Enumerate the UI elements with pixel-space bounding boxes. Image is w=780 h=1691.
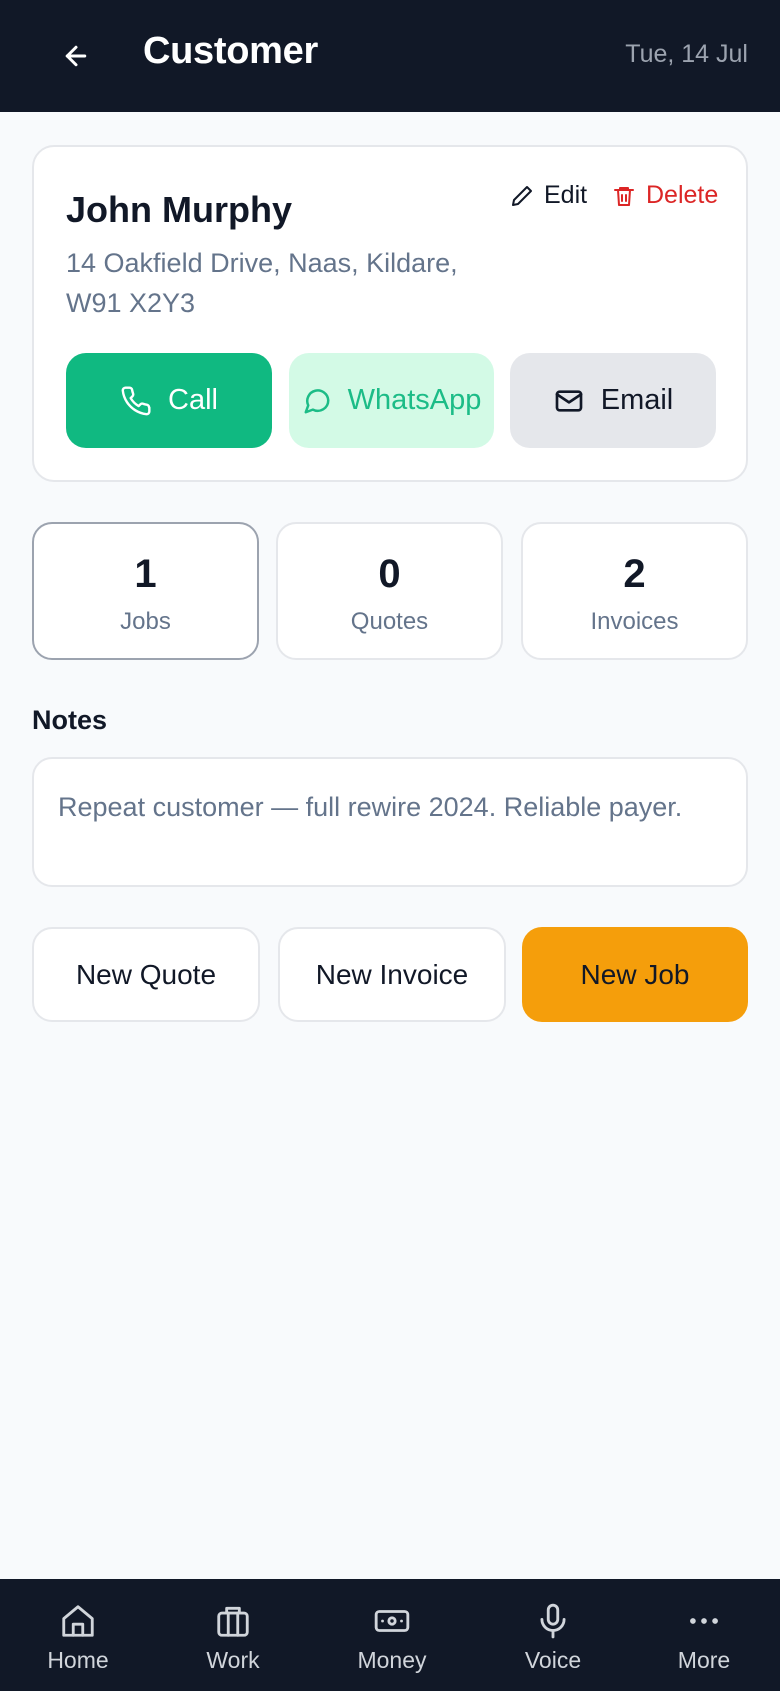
- new-invoice-button[interactable]: New Invoice: [278, 927, 506, 1022]
- header-date: Tue, 14 Jul: [625, 40, 748, 68]
- trash-icon: [614, 186, 634, 206]
- stat-quotes[interactable]: 0 Quotes: [276, 522, 503, 660]
- mail-icon: [555, 389, 583, 412]
- top-app-bar: Customer Tue, 14 Jul: [0, 0, 780, 112]
- call-button[interactable]: Call: [66, 353, 272, 448]
- stat-jobs-label: Jobs: [120, 608, 171, 635]
- new-job-button[interactable]: New Job: [522, 927, 748, 1022]
- email-label: Email: [600, 384, 674, 416]
- nav-more-label: More: [677, 1647, 731, 1673]
- stat-invoices-label: Invoices: [590, 608, 679, 635]
- stat-jobs[interactable]: 1 Jobs: [32, 522, 259, 660]
- stat-quotes-value: 0: [378, 552, 401, 596]
- edit-button[interactable]: Edit: [510, 181, 587, 210]
- home-icon: [62, 1605, 94, 1637]
- delete-label: Delete: [646, 181, 719, 209]
- call-label: Call: [168, 384, 218, 416]
- delete-button[interactable]: Delete: [612, 181, 718, 210]
- stat-invoices[interactable]: 2 Invoices: [521, 522, 748, 660]
- customer-address: 14 Oakfield Drive, Naas, Kildare, W91 X2…: [66, 243, 526, 323]
- microphone-icon: [540, 1603, 566, 1639]
- stat-quotes-label: Quotes: [350, 608, 429, 635]
- more-icon: [690, 1618, 718, 1624]
- new-quote-button[interactable]: New Quote: [32, 927, 260, 1022]
- bottom-navigation: Home Work Money Voice More: [0, 1579, 780, 1691]
- nav-more[interactable]: More: [644, 1579, 764, 1691]
- back-button[interactable]: [54, 34, 98, 78]
- nav-work[interactable]: Work: [173, 1579, 293, 1691]
- edit-label: Edit: [544, 181, 588, 209]
- address-line-1: 14 Oakfield Drive, Naas, Kildare,: [66, 248, 458, 278]
- arrow-left-icon: [65, 45, 87, 67]
- pencil-icon: [512, 185, 532, 206]
- nav-work-label: Work: [206, 1647, 260, 1673]
- stat-jobs-value: 1: [134, 552, 157, 596]
- whatsapp-label: WhatsApp: [347, 384, 482, 416]
- banknote-icon: [374, 1610, 410, 1632]
- phone-icon: [121, 385, 151, 415]
- page-title: Customer: [143, 30, 318, 72]
- customer-card: John Murphy Edit Delete 14 Oakfield Driv…: [32, 145, 748, 482]
- customer-name: John Murphy: [66, 189, 292, 230]
- nav-home-label: Home: [47, 1647, 109, 1673]
- whatsapp-button[interactable]: WhatsApp: [289, 353, 494, 448]
- address-line-2: W91 X2Y3: [66, 288, 196, 318]
- notes-heading: Notes: [32, 705, 108, 735]
- nav-voice[interactable]: Voice: [493, 1579, 613, 1691]
- chat-bubble-icon: [304, 388, 330, 413]
- nav-home[interactable]: Home: [18, 1579, 138, 1691]
- email-button[interactable]: Email: [510, 353, 716, 448]
- nav-voice-label: Voice: [524, 1647, 582, 1673]
- nav-money-label: Money: [357, 1647, 427, 1673]
- stat-invoices-value: 2: [623, 552, 646, 596]
- briefcase-icon: [217, 1606, 249, 1637]
- nav-money[interactable]: Money: [332, 1579, 452, 1691]
- notes-box[interactable]: Repeat customer — full rewire 2024. Reli…: [32, 757, 748, 887]
